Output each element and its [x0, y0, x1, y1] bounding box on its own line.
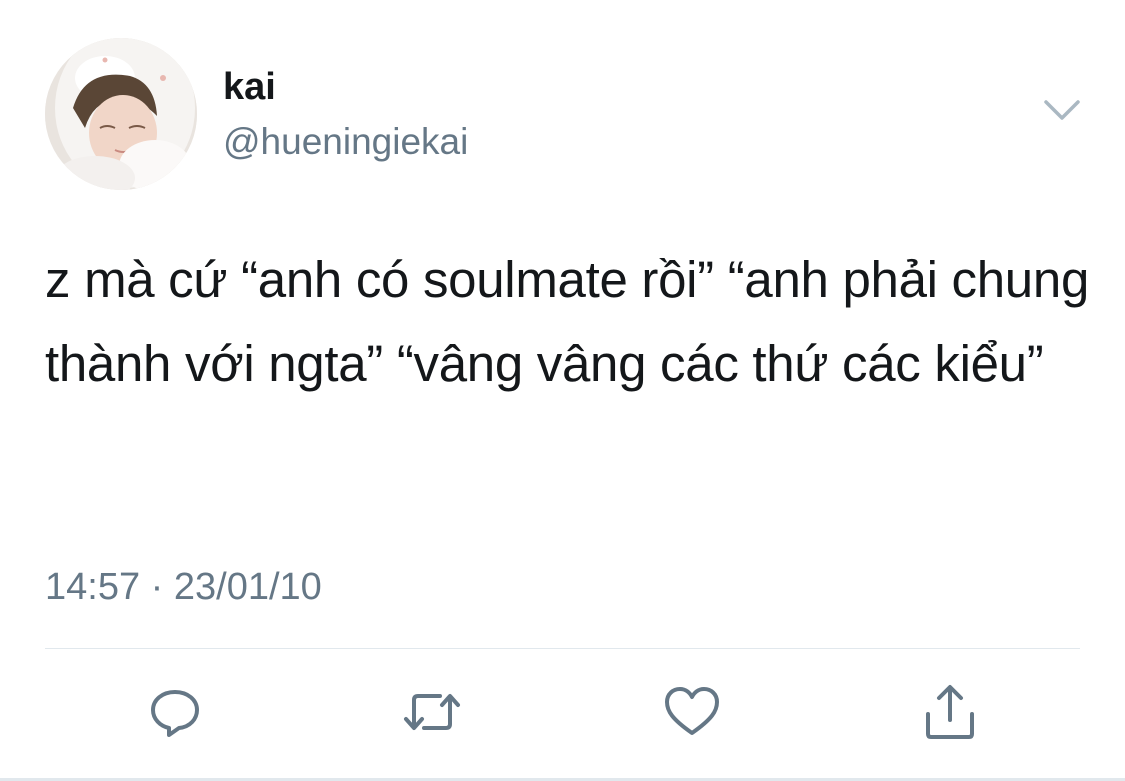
share-icon [926, 685, 974, 739]
tweet-card: kai @hueningiekai z mà cứ “anh có soulma… [0, 0, 1125, 781]
divider [45, 648, 1080, 649]
username-handle[interactable]: @hueningiekai [223, 117, 468, 167]
retweet-button[interactable] [400, 680, 464, 744]
chevron-down-icon[interactable] [1042, 96, 1082, 126]
like-button[interactable] [660, 680, 724, 744]
heart-icon [665, 687, 719, 735]
reply-button[interactable] [143, 680, 207, 744]
profile-photo-icon [45, 38, 197, 190]
comment-icon [151, 690, 199, 737]
share-button[interactable] [918, 680, 982, 744]
timestamp[interactable]: 14:57 · 23/01/10 [45, 560, 322, 614]
display-name[interactable]: kai [223, 62, 276, 112]
avatar[interactable] [45, 38, 197, 190]
tweet-text: z mà cứ “anh có soulmate rồi” “anh phải … [45, 251, 1090, 392]
retweet-icon [404, 694, 460, 730]
